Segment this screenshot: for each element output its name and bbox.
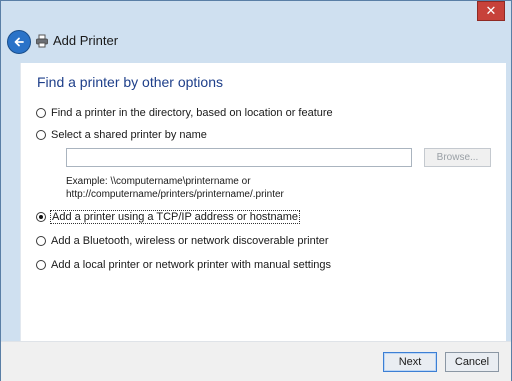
option-shared-by-name-label: Select a shared printer by name <box>51 129 207 141</box>
close-button[interactable]: ✕ <box>477 1 505 21</box>
back-button[interactable] <box>7 30 31 54</box>
option-directory-label: Find a printer in the directory, based o… <box>51 107 333 119</box>
example-line-1: Example: \\computername\printername or <box>66 176 251 187</box>
option-bluetooth-wireless[interactable]: Add a Bluetooth, wireless or network dis… <box>36 233 329 249</box>
wizard-footer: Next Cancel <box>1 341 511 381</box>
option-bluetooth-wireless-label: Add a Bluetooth, wireless or network dis… <box>51 235 329 247</box>
option-tcpip[interactable]: Add a printer using a TCP/IP address or … <box>36 209 301 225</box>
example-line-2: http://computername/printers/printername… <box>66 189 284 200</box>
radio-bluetooth-wireless[interactable] <box>36 236 46 246</box>
close-icon: ✕ <box>485 3 497 18</box>
cancel-button[interactable]: Cancel <box>445 352 499 372</box>
radio-local-manual[interactable] <box>36 260 46 270</box>
option-local-manual[interactable]: Add a local printer or network printer w… <box>36 257 331 273</box>
option-shared-by-name[interactable]: Select a shared printer by name <box>36 127 207 143</box>
radio-directory[interactable] <box>36 108 46 118</box>
add-printer-window: ✕ Add Printer Find a printer by other op… <box>0 0 512 381</box>
option-local-manual-label: Add a local printer or network printer w… <box>51 259 332 271</box>
page-heading: Find a printer by other options <box>37 74 223 90</box>
shared-printer-name-input[interactable] <box>66 148 412 167</box>
window-title: Add Printer <box>53 33 119 48</box>
wizard-header: Add Printer <box>1 23 511 63</box>
radio-tcpip[interactable] <box>36 212 46 222</box>
next-button[interactable]: Next <box>383 352 437 372</box>
radio-shared-by-name[interactable] <box>36 130 46 140</box>
option-directory[interactable]: Find a printer in the directory, based o… <box>36 105 333 121</box>
browse-button[interactable]: Browse... <box>424 148 491 167</box>
back-arrow-icon <box>14 37 24 47</box>
printer-icon <box>36 34 48 48</box>
wizard-content: Find a printer by other options Find a p… <box>20 63 506 341</box>
example-hint: Example: \\computername\printername or h… <box>66 175 284 201</box>
option-tcpip-label: Add a printer using a TCP/IP address or … <box>49 210 301 224</box>
